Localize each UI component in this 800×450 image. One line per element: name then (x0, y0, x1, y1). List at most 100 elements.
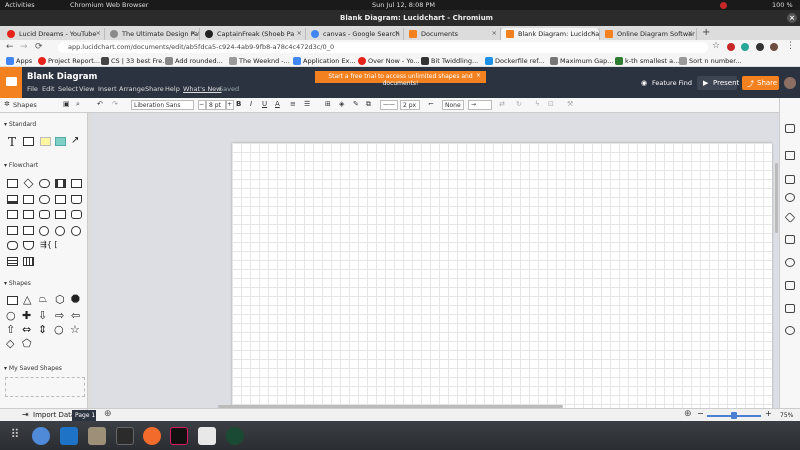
forward-icon[interactable]: → (20, 42, 28, 52)
hexagon-shape[interactable]: ⬡ (55, 293, 65, 306)
avatar[interactable] (770, 43, 778, 51)
off-page-shape[interactable] (7, 241, 18, 250)
libreoffice-icon[interactable] (198, 427, 216, 445)
gear-icon[interactable]: ✲ (4, 100, 10, 108)
zoom-slider-handle[interactable] (731, 412, 737, 419)
present-button[interactable]: ▶ Present (697, 76, 739, 90)
bookmark-item[interactable]: CS | 33 best Fre... (101, 57, 168, 65)
trial-banner[interactable]: Start a free trial to access unlimited s… (315, 71, 486, 87)
internal-storage-shape[interactable] (55, 195, 66, 204)
undo-icon[interactable]: ↶ (97, 100, 103, 108)
reload-icon[interactable]: ⟳ (35, 42, 43, 52)
bookmark-item[interactable]: Project Report... (38, 57, 100, 65)
line-width-select[interactable]: 2 px (400, 100, 420, 110)
line-shape[interactable]: ↗ (71, 135, 79, 146)
close-window-icon[interactable]: × (787, 13, 797, 23)
up-arrow-shape[interactable]: ⇧ (6, 323, 15, 336)
app-menu[interactable]: Chromium Web Browser (70, 1, 148, 9)
ellipse-shape[interactable]: ○ (54, 323, 64, 336)
tab-documents[interactable]: Documents × (404, 28, 501, 40)
font-decrease-button[interactable]: − (198, 100, 206, 110)
history-icon[interactable] (785, 193, 795, 202)
feature-find-button[interactable]: Feature Find (652, 79, 692, 87)
section-standard[interactable]: ▾ Standard (4, 121, 36, 128)
rectangle-shape[interactable] (23, 137, 34, 146)
image-shape[interactable] (55, 137, 66, 146)
chat-icon[interactable] (785, 281, 795, 290)
close-tab-icon[interactable]: × (96, 29, 101, 37)
connector-shape[interactable] (39, 226, 49, 236)
app-grid-icon[interactable]: ⠿ (6, 427, 24, 445)
bookmark-star-icon[interactable]: ☆ (712, 41, 720, 51)
summing-junction-shape[interactable] (55, 226, 65, 236)
page-settings-icon[interactable] (785, 124, 795, 133)
delay-shape[interactable] (71, 195, 82, 204)
annotation-shape[interactable]: ⇶{ [ (40, 240, 57, 249)
add-page-icon[interactable]: ⊕ (104, 409, 112, 419)
menu-arrange[interactable]: Arrange (119, 85, 145, 93)
zoom-out-icon[interactable]: − (697, 409, 704, 418)
display-shape[interactable] (39, 195, 50, 204)
tab-github[interactable]: CaptainFreak (Shoeb Pa × (200, 28, 306, 40)
battery-label[interactable]: 100 % (772, 1, 793, 9)
bold-icon[interactable]: B (236, 100, 241, 108)
redo-icon[interactable]: ↷ (112, 100, 118, 108)
tab-blank-diagram[interactable]: Blank Diagram: Lucidcha × (501, 28, 600, 40)
close-tab-icon[interactable]: × (591, 29, 596, 37)
bookmark-item[interactable]: Add rounded... (165, 57, 223, 65)
share-button[interactable]: ⤴ Share (742, 76, 779, 90)
bookmark-item[interactable]: The Weeknd -... (229, 57, 290, 65)
circle-shape[interactable]: ○ (6, 309, 16, 322)
document-title[interactable]: Blank Diagram (27, 72, 97, 82)
manual-input-shape[interactable] (7, 195, 18, 204)
zoom-icon[interactable]: ⊕ (684, 409, 692, 419)
font-size-input[interactable]: 8 pt (206, 100, 226, 110)
menu-file[interactable]: File (27, 85, 38, 93)
star-shape[interactable]: ☆ (70, 323, 80, 336)
connector-style-icon[interactable]: ⌐ (428, 100, 434, 108)
bookmark-item[interactable]: Bit Twiddling... (421, 57, 478, 65)
bookmark-item[interactable]: Dockerfile ref... (485, 57, 544, 65)
bookmark-item[interactable]: Sort n number... (679, 57, 742, 65)
image-icon[interactable]: ▣ (63, 100, 70, 108)
menu-select[interactable]: Select (58, 85, 78, 93)
process-shape[interactable] (7, 179, 18, 188)
search-icon[interactable]: ⌕ (76, 100, 80, 109)
lock-icon[interactable]: ⊡ (548, 100, 554, 108)
font-increase-button[interactable]: + (226, 100, 234, 110)
data-linking-icon[interactable] (785, 175, 795, 184)
cross-shape[interactable]: ✚ (22, 309, 31, 322)
line-color-icon[interactable]: ✎ (353, 100, 359, 108)
bookmark-apps[interactable]: Apps (6, 57, 32, 65)
document-shape[interactable] (71, 179, 82, 188)
menu-insert[interactable]: Insert (98, 85, 117, 93)
underline-icon[interactable]: U (262, 100, 267, 108)
zoom-in-icon[interactable]: + (765, 409, 772, 418)
postman-icon[interactable] (143, 427, 161, 445)
layers-icon[interactable] (784, 212, 796, 223)
close-tab-icon[interactable]: × (191, 29, 196, 37)
triangle-shape[interactable]: △ (23, 293, 31, 306)
bookmark-item[interactable]: Application Ex... (293, 57, 356, 65)
presentation-icon[interactable] (785, 235, 795, 244)
text-shape[interactable]: T (8, 135, 16, 149)
url-field[interactable]: app.lucidchart.com/documents/edit/ab5fdc… (58, 42, 708, 53)
close-tab-icon[interactable]: × (297, 29, 302, 37)
settings-icon[interactable] (785, 326, 795, 335)
menu-edit[interactable]: Edit (42, 85, 55, 93)
menu-view[interactable]: View (79, 85, 94, 93)
down-arrow-shape[interactable]: ⇩ (38, 309, 47, 322)
swimlane-shape[interactable] (23, 257, 34, 266)
close-tab-icon[interactable]: × (395, 29, 400, 37)
off-page-reference-shape[interactable] (23, 241, 34, 250)
merge-shape[interactable] (55, 210, 66, 219)
table-shape[interactable] (7, 257, 18, 266)
integrations-icon[interactable] (785, 304, 795, 313)
vertical-scrollbar[interactable] (775, 163, 778, 233)
comments-icon[interactable] (785, 151, 795, 160)
double-arrow-shape[interactable]: ⇔ (22, 323, 31, 336)
font-select[interactable]: Liberation Sans (131, 100, 194, 110)
bookmark-item[interactable]: Maximum Gap... (550, 57, 613, 65)
pentagon-shape[interactable]: ⬠ (22, 337, 32, 350)
lightning-icon[interactable]: ϟ (535, 100, 540, 108)
